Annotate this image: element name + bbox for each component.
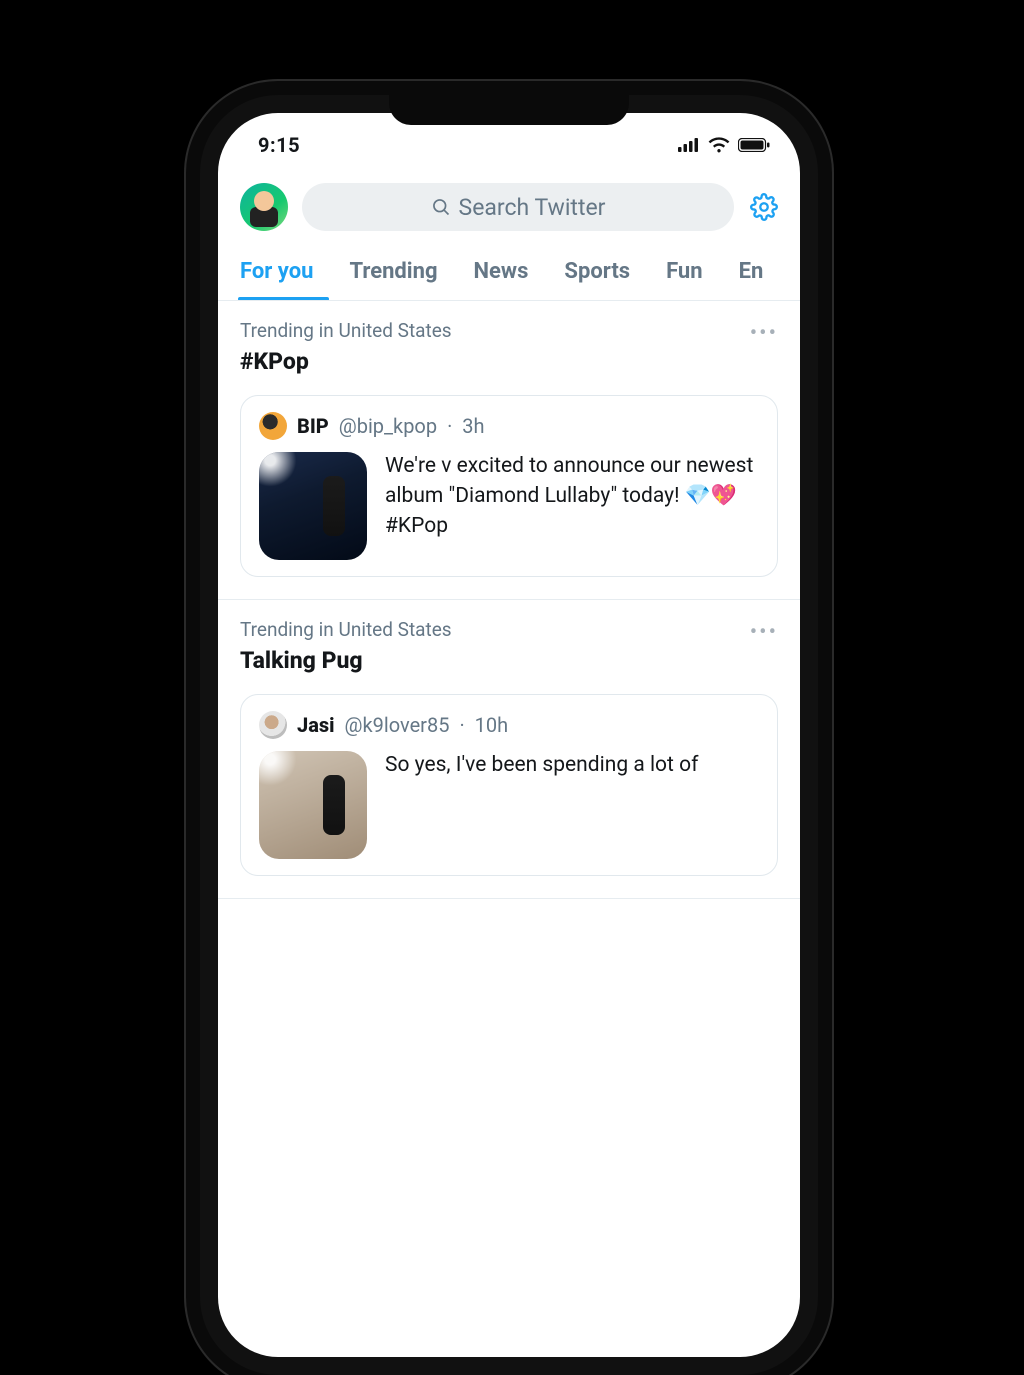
cellular-icon (678, 138, 700, 152)
gear-icon (750, 193, 778, 221)
tweet-avatar[interactable] (259, 711, 287, 739)
screen: 9:15 Search Twitter For you Trending New… (218, 113, 800, 1357)
tab-fun[interactable]: Fun (648, 245, 721, 300)
tweet-header: Jasi @k9lover85 · 10h (259, 711, 759, 739)
tweet-media-thumb[interactable] (259, 751, 367, 859)
phone-notch (389, 95, 629, 125)
tab-news[interactable]: News (456, 245, 547, 300)
tweet-avatar[interactable] (259, 412, 287, 440)
tabs[interactable]: For you Trending News Sports Fun En (218, 245, 800, 301)
wifi-icon (708, 137, 730, 153)
tweet-user-name: BIP (297, 414, 329, 438)
tweet-user-name: Jasi (297, 713, 335, 737)
battery-icon (738, 138, 770, 152)
search-placeholder: Search Twitter (459, 194, 606, 221)
status-indicators (678, 137, 770, 153)
tab-sports[interactable]: Sports (546, 245, 648, 300)
tweet-user-handle: @k9lover85 (345, 713, 450, 737)
trend-context: Trending in United States (240, 618, 452, 641)
settings-button[interactable] (748, 191, 780, 223)
tweet-time: 3h (462, 414, 484, 438)
profile-avatar[interactable] (240, 183, 288, 231)
tweet-text: We're v excited to announce our newest a… (385, 452, 759, 560)
phone-frame: 9:15 Search Twitter For you Trending New… (200, 95, 818, 1375)
tab-trending[interactable]: Trending (331, 245, 455, 300)
more-button[interactable]: ••• (750, 319, 778, 346)
dot-separator: · (447, 414, 452, 438)
tweet-card[interactable]: Jasi @k9lover85 · 10h So yes, I've been … (240, 694, 778, 876)
trend-item[interactable]: Trending in United States #KPop ••• BIP … (218, 301, 800, 600)
tweet-time: 10h (475, 713, 509, 737)
search-input[interactable]: Search Twitter (302, 183, 734, 231)
tweet-header: BIP @bip_kpop · 3h (259, 412, 759, 440)
dot-separator: · (459, 713, 464, 737)
trend-context: Trending in United States (240, 319, 452, 342)
tweet-media-thumb[interactable] (259, 452, 367, 560)
trend-title: Talking Pug (240, 647, 452, 674)
app-header: Search Twitter (218, 163, 800, 245)
tweet-user-handle: @bip_kpop (339, 414, 437, 438)
tab-entertainment[interactable]: En (721, 245, 782, 300)
tab-for-you[interactable]: For you (222, 245, 331, 300)
tweet-text: So yes, I've been spending a lot of (385, 751, 698, 859)
search-icon (431, 197, 451, 217)
trend-item[interactable]: Trending in United States Talking Pug ••… (218, 600, 800, 899)
status-time: 9:15 (258, 133, 300, 157)
more-button[interactable]: ••• (750, 618, 778, 645)
trend-title: #KPop (240, 348, 452, 375)
tweet-card[interactable]: BIP @bip_kpop · 3h We're v excited to an… (240, 395, 778, 577)
